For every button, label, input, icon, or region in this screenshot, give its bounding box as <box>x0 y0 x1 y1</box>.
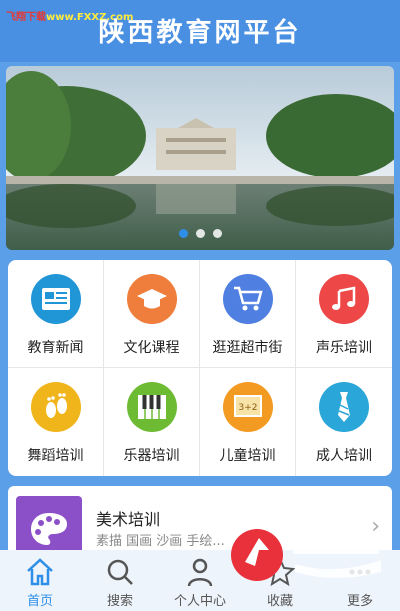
carousel-dot[interactable] <box>178 229 188 238</box>
carousel-dots <box>6 223 394 242</box>
app-header: 飞翔下载www.FXXZ.com 陕西教育网平台 <box>0 0 400 62</box>
category-label: 教育新闻 <box>27 340 84 356</box>
banner-carousel[interactable] <box>6 66 394 250</box>
category-education-news[interactable]: 教育新闻 <box>8 260 104 368</box>
category-label: 文化课程 <box>123 340 180 356</box>
category-supermarket[interactable]: 逛逛超市街 <box>200 260 296 368</box>
piano-icon <box>126 382 177 432</box>
tab-home[interactable]: 首页 <box>0 550 80 611</box>
necktie-icon <box>319 382 369 432</box>
svg-text:3+2: 3+2 <box>238 403 257 413</box>
footprints-icon <box>30 382 81 432</box>
category-label: 成人培训 <box>316 448 372 464</box>
search-icon <box>107 559 133 585</box>
category-instrument-training[interactable]: 乐器培训 <box>104 368 200 476</box>
person-icon <box>187 558 213 587</box>
newspaper-icon <box>30 274 81 324</box>
fxxz-logo <box>231 529 381 581</box>
category-label: 舞蹈培训 <box>27 448 84 464</box>
shopping-cart-icon <box>222 274 273 324</box>
music-note-icon <box>319 274 369 324</box>
category-vocal-training[interactable]: 声乐培训 <box>296 260 392 368</box>
page-title: 陕西教育网平台 <box>98 18 302 48</box>
category-grid: 教育新闻 文化课程 逛逛超市街 声乐培训 舞蹈培训 乐器培训 3+2 儿童培训 <box>8 260 392 476</box>
tab-label: 更多 <box>346 594 373 609</box>
chalkboard-icon: 3+2 <box>222 382 273 432</box>
category-dance-training[interactable]: 舞蹈培训 <box>8 368 104 476</box>
tab-label: 收藏 <box>266 594 293 609</box>
category-culture-course[interactable]: 文化课程 <box>104 260 200 368</box>
category-adult-training[interactable]: 成人培训 <box>296 368 392 476</box>
category-children-training[interactable]: 3+2 儿童培训 <box>200 368 296 476</box>
tab-label: 搜索 <box>106 594 133 609</box>
category-label: 儿童培训 <box>219 448 276 464</box>
tab-search[interactable]: 搜索 <box>80 550 160 611</box>
category-label: 声乐培训 <box>316 340 372 356</box>
featured-title: 美术培训 <box>96 510 161 529</box>
category-label: 逛逛超市街 <box>212 340 283 356</box>
featured-subtitle: 素描 国画 沙画 手绘... <box>96 534 225 549</box>
graduation-cap-icon <box>126 274 177 324</box>
tab-label: 首页 <box>26 594 53 609</box>
category-label: 乐器培训 <box>123 448 180 464</box>
tab-label: 个人中心 <box>173 594 226 609</box>
carousel-dot[interactable] <box>195 229 205 238</box>
home-icon <box>27 558 53 586</box>
carousel-dot[interactable] <box>212 229 222 238</box>
